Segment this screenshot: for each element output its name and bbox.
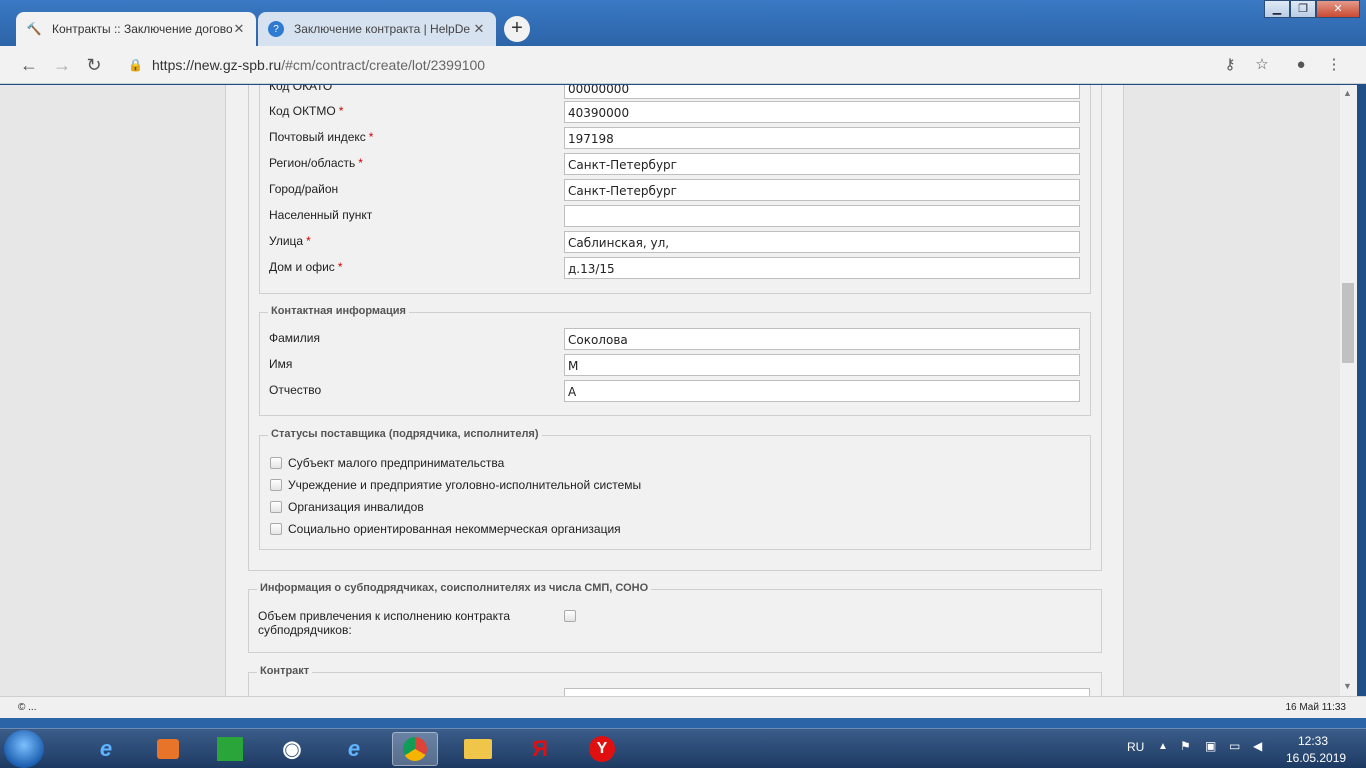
close-tab-icon[interactable]: ✕ bbox=[232, 21, 246, 37]
okato-input[interactable]: 00000000 bbox=[564, 85, 1080, 99]
url-bar[interactable]: 🔒 https://new.gz-spb.ru/#cm/contract/cre… bbox=[120, 51, 1288, 79]
contact-legend: Контактная информация bbox=[268, 305, 409, 317]
status-datetime: 16 Май 11:33 bbox=[1285, 702, 1346, 713]
toolbar: ← → ↻ 🔒 https://new.gz-spb.ru/#cm/contra… bbox=[0, 46, 1366, 84]
minimize-button[interactable]: ▁ bbox=[1264, 0, 1290, 18]
lock-icon: 🔒 bbox=[128, 58, 143, 72]
subcontractors-checkbox[interactable] bbox=[564, 610, 576, 622]
close-window-button[interactable]: ✕ bbox=[1316, 0, 1360, 18]
gavel-icon: 🔨 bbox=[26, 22, 42, 36]
subcontractors-volume-label: Объем привлечения к исполнению контракта… bbox=[258, 609, 510, 637]
subcontractors-label-line2: субподрядчиков: bbox=[258, 623, 352, 637]
statuses-legend: Статусы поставщика (подрядчика, исполнит… bbox=[268, 428, 542, 440]
star-icon[interactable]: ☆ bbox=[1253, 56, 1271, 74]
flag-icon[interactable]: ⚑ bbox=[1180, 739, 1191, 768]
yandex-icon[interactable]: Y bbox=[582, 732, 622, 766]
language-indicator[interactable]: RU bbox=[1127, 740, 1144, 768]
status-penal-checkbox[interactable] bbox=[270, 479, 282, 491]
okato-label: Код ОКАТО bbox=[269, 85, 333, 93]
city-input[interactable]: Санкт-Петербург bbox=[564, 179, 1080, 201]
yandex-browser-icon[interactable]: Я bbox=[520, 732, 560, 766]
postal-code-label: Почтовый индекс * bbox=[269, 130, 374, 144]
status-penal-label: Учреждение и предприятие уголовно-исполн… bbox=[288, 478, 642, 492]
surname-input[interactable]: Соколова bbox=[564, 328, 1080, 350]
region-input[interactable]: Санкт-Петербург bbox=[564, 153, 1080, 175]
patronymic-label: Отчество bbox=[269, 383, 322, 397]
chrome-icon[interactable] bbox=[392, 732, 438, 766]
city-label: Город/район bbox=[269, 182, 339, 196]
forward-arrow-icon[interactable]: → bbox=[51, 54, 73, 76]
tab-helpdesk[interactable]: ? Заключение контракта | HelpDe ✕ bbox=[258, 12, 496, 46]
subcontractors-label-line1: Объем привлечения к исполнению контракта bbox=[258, 609, 511, 623]
chart-app-icon[interactable] bbox=[210, 732, 250, 766]
status-sono-option[interactable]: Социально ориентированная некоммерческая… bbox=[270, 522, 621, 536]
maximize-button[interactable]: ❐ bbox=[1290, 0, 1316, 18]
patronymic-input[interactable]: А bbox=[564, 380, 1080, 402]
status-penal-option[interactable]: Учреждение и предприятие уголовно-исполн… bbox=[270, 478, 641, 492]
locality-label: Населенный пункт bbox=[269, 208, 373, 222]
volume-icon[interactable]: ◀ bbox=[1253, 739, 1262, 768]
status-disabled-label: Организация инвалидов bbox=[288, 500, 424, 514]
reload-icon[interactable]: ↻ bbox=[83, 54, 105, 76]
new-tab-button[interactable]: + bbox=[504, 16, 530, 42]
browser-titlebar: 🔨 Контракты :: Заключение догово ✕ ? Зак… bbox=[0, 0, 1366, 46]
name-input[interactable]: М bbox=[564, 354, 1080, 376]
tab-title: Заключение контракта | HelpDe bbox=[294, 22, 471, 36]
scrollbar-thumb[interactable] bbox=[1342, 283, 1354, 363]
surname-label: Фамилия bbox=[269, 331, 320, 345]
street-input[interactable]: Саблинская, ул, bbox=[564, 231, 1080, 253]
status-sono-checkbox[interactable] bbox=[270, 523, 282, 535]
account-icon[interactable]: ● bbox=[1292, 56, 1310, 74]
scroll-up-icon[interactable]: ▲ bbox=[1343, 88, 1352, 98]
form-panel: Код ОКАТО 00000000 Код ОКТМО * 40390000 П… bbox=[225, 85, 1124, 696]
region-label: Регион/область * bbox=[269, 156, 363, 170]
taskbar: e ◉ e Я Y RU ▲ ⚑ ▣ ▭ ◀ 12:33 16.05.2019 bbox=[0, 728, 1366, 768]
tray-expand-icon[interactable]: ▲ bbox=[1158, 741, 1168, 768]
status-bar: © ... 16 Май 11:33 bbox=[0, 696, 1366, 718]
monitor-icon[interactable]: ▭ bbox=[1229, 739, 1240, 768]
postal-code-input[interactable]: 197198 bbox=[564, 127, 1080, 149]
status-sono-label: Социально ориентированная некоммерческая… bbox=[288, 522, 621, 536]
status-smp-label: Субъект малого предпринимательства bbox=[288, 456, 505, 470]
scroll-down-icon[interactable]: ▼ bbox=[1343, 681, 1352, 691]
device-icon[interactable]: ▣ bbox=[1205, 739, 1216, 768]
street-label: Улица * bbox=[269, 234, 311, 248]
media-player-icon[interactable] bbox=[148, 732, 188, 766]
ie-icon[interactable]: e bbox=[334, 732, 374, 766]
oktmo-label: Код ОКТМО * bbox=[269, 104, 344, 118]
page-viewport: Код ОКАТО 00000000 Код ОКТМО * 40390000 П… bbox=[0, 85, 1350, 696]
url-path: /#cm/contract/create/lot/2399100 bbox=[281, 57, 486, 73]
contract-field-input[interactable] bbox=[564, 688, 1090, 696]
subcontractors-legend: Информация о субподрядчиках, соисполните… bbox=[257, 582, 652, 594]
start-button[interactable] bbox=[4, 730, 44, 768]
house-input[interactable]: д.13/15 bbox=[564, 257, 1080, 279]
close-tab-icon[interactable]: ✕ bbox=[472, 21, 486, 37]
name-label: Имя bbox=[269, 357, 293, 371]
back-arrow-icon[interactable]: ← bbox=[18, 54, 40, 76]
locality-input[interactable] bbox=[564, 205, 1080, 227]
house-label: Дом и офис * bbox=[269, 260, 343, 274]
page-scrollbar[interactable]: ▲ ▼ bbox=[1340, 85, 1357, 696]
oktmo-input[interactable]: 40390000 bbox=[564, 101, 1080, 123]
contract-legend: Контракт bbox=[257, 665, 313, 677]
ie-icon[interactable]: e bbox=[86, 732, 126, 766]
explorer-folder-icon[interactable] bbox=[458, 732, 498, 766]
tab-contracts[interactable]: 🔨 Контракты :: Заключение догово ✕ bbox=[16, 12, 256, 46]
status-smp-option[interactable]: Субъект малого предпринимательства bbox=[270, 456, 504, 470]
key-icon[interactable]: ⚷ bbox=[1221, 56, 1239, 74]
status-smp-checkbox[interactable] bbox=[270, 457, 282, 469]
help-icon: ? bbox=[268, 21, 284, 37]
window-bottom-border bbox=[0, 718, 1366, 728]
status-disabled-checkbox[interactable] bbox=[270, 501, 282, 513]
tab-title: Контракты :: Заключение догово bbox=[52, 22, 232, 36]
copyright-text: © ... bbox=[18, 702, 37, 713]
window-controls: ▁ ❐ ✕ bbox=[1264, 0, 1360, 18]
network-icon[interactable]: ◉ bbox=[272, 732, 312, 766]
status-disabled-option[interactable]: Организация инвалидов bbox=[270, 500, 424, 514]
menu-icon[interactable]: ⋮ bbox=[1325, 56, 1343, 74]
url-host: https://new.gz-spb.ru bbox=[152, 57, 282, 73]
clock-date[interactable]: 16.05.2019 bbox=[1286, 751, 1346, 768]
